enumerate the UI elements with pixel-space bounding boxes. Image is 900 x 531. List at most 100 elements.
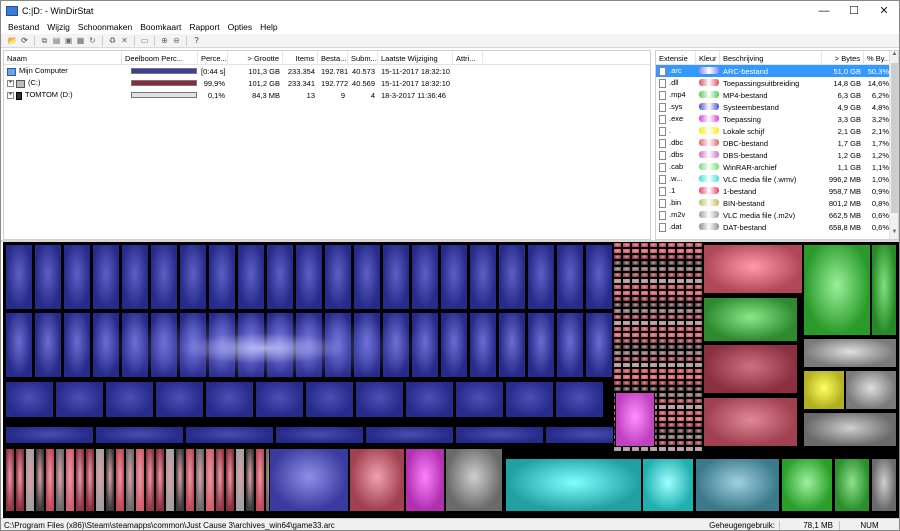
extension-row[interactable]: .w... VLC media file (.wmv) 996,2 MB 1,0% <box>656 173 898 185</box>
treemap-tile[interactable] <box>871 244 897 336</box>
extension-row[interactable]: .bin BIN-bestand 801,2 MB 0,8% <box>656 197 898 209</box>
treemap-tile[interactable] <box>179 312 207 378</box>
treemap-tile[interactable] <box>266 244 294 310</box>
treemap-tile[interactable] <box>55 381 104 418</box>
tree-column-header[interactable]: Perce... <box>198 51 228 64</box>
treemap-tile[interactable] <box>556 244 584 310</box>
tree-row[interactable]: Mijn Computer [0:44 s] 101,3 GB 233.354 192.… <box>4 65 650 77</box>
treemap-tile[interactable] <box>5 244 33 310</box>
treemap-tile[interactable] <box>125 448 135 512</box>
extension-column-header[interactable]: Beschrijving <box>720 51 822 64</box>
treemap-tile[interactable] <box>505 458 642 512</box>
menu-schoonmaken[interactable]: Schoonmaken <box>74 22 136 32</box>
treemap-tile[interactable] <box>353 312 381 378</box>
extension-row[interactable]: .sys Systeembestand 4,9 GB 4,8% <box>656 101 898 113</box>
treemap-tile[interactable] <box>505 381 554 418</box>
treemap-tile[interactable] <box>324 312 352 378</box>
treemap-tile[interactable] <box>92 312 120 378</box>
copy-icon[interactable]: ⧉ <box>39 35 50 46</box>
treemap-tile[interactable] <box>5 426 94 444</box>
treemap-tile[interactable] <box>555 381 604 418</box>
menu-rapport[interactable]: Rapport <box>185 22 223 32</box>
treemap-tile[interactable] <box>658 446 667 452</box>
treemap-tile[interactable] <box>215 448 225 512</box>
extension-column-header[interactable]: > Bytes <box>822 51 864 64</box>
treemap-tile[interactable] <box>498 312 526 378</box>
treemap-tile[interactable] <box>208 244 236 310</box>
extension-row[interactable]: .m2v VLC media file (.m2v) 662,5 MB 0,6% <box>656 209 898 221</box>
tree-column-header[interactable]: Items <box>283 51 318 64</box>
treemap-tile[interactable] <box>121 312 149 378</box>
treemap-tile[interactable] <box>95 426 184 444</box>
expand-icon[interactable]: + <box>7 80 14 87</box>
treemap-tile[interactable] <box>75 448 85 512</box>
treemap-tile[interactable] <box>266 312 294 378</box>
treemap-tile[interactable] <box>324 244 352 310</box>
treemap-tile[interactable] <box>205 448 215 512</box>
treemap-tile[interactable] <box>703 297 798 342</box>
treemap-tile[interactable] <box>5 312 33 378</box>
treemap-tile[interactable] <box>445 448 503 512</box>
menu-boomkaart[interactable]: Boomkaart <box>136 22 185 32</box>
tree-column-header[interactable]: Deelboom Perc... <box>122 51 198 64</box>
treemap-tile[interactable] <box>845 370 897 410</box>
treemap-tile[interactable] <box>440 312 468 378</box>
tree-column-header[interactable]: Attri... <box>453 51 483 64</box>
treemap-tile[interactable] <box>382 244 410 310</box>
treemap-tile[interactable] <box>803 244 871 336</box>
treemap-tile[interactable] <box>676 446 685 452</box>
tree-row[interactable]: + (C:) 99,9% 101,2 GB 233.341 192.772 40.569 15… <box>4 77 650 89</box>
treemap-tile[interactable] <box>405 448 445 512</box>
menu-help[interactable]: Help <box>256 22 281 32</box>
treemap-tile[interactable] <box>295 312 323 378</box>
zoom-out-icon[interactable]: ⊖ <box>171 35 182 46</box>
treemap-tile[interactable] <box>498 244 526 310</box>
scroll-down-icon[interactable]: ▼ <box>890 229 898 239</box>
minimize-button[interactable]: — <box>809 1 839 20</box>
treemap-tile[interactable] <box>63 244 91 310</box>
treemap-tile[interactable] <box>208 312 236 378</box>
scroll-up-icon[interactable]: ▲ <box>890 51 898 61</box>
tree-column-header[interactable]: > Grootte <box>228 51 283 64</box>
treemap-tile[interactable] <box>440 244 468 310</box>
extension-row[interactable]: .exe Toepassing 3,3 GB 3,2% <box>656 113 898 125</box>
extension-column-header[interactable]: Kleur <box>696 51 720 64</box>
tree-column-header[interactable]: Subm... <box>348 51 378 64</box>
menu-bestand[interactable]: Bestand <box>4 22 43 32</box>
treemap-tile[interactable] <box>185 448 195 512</box>
extension-column-header[interactable]: % By... <box>864 51 892 64</box>
treemap-tile[interactable] <box>105 448 115 512</box>
treemap-tile[interactable] <box>411 312 439 378</box>
refresh-icon[interactable]: ⟳ <box>19 35 30 46</box>
close-button[interactable]: ✕ <box>869 1 899 20</box>
treemap-tile[interactable] <box>85 448 95 512</box>
treemap-tile[interactable] <box>305 381 354 418</box>
treemap-tile[interactable] <box>585 312 613 378</box>
copy-path-icon[interactable]: ▤ <box>51 35 62 46</box>
treemap-tile[interactable] <box>235 448 245 512</box>
treemap-tile[interactable] <box>469 244 497 310</box>
treemap-tile[interactable] <box>365 426 454 444</box>
treemap-tile[interactable] <box>150 244 178 310</box>
treemap-tile[interactable] <box>34 312 62 378</box>
explorer-icon[interactable]: ▦ <box>75 35 86 46</box>
extension-row[interactable]: .arc ARC-bestand 51,0 GB 50,3% <box>656 65 898 77</box>
treemap-tile[interactable] <box>255 381 304 418</box>
treemap-tile[interactable] <box>155 381 204 418</box>
menu-wijzig[interactable]: Wijzig <box>43 22 74 32</box>
extension-row[interactable]: . Lokale schijf 2,1 GB 2,1% <box>656 125 898 137</box>
recycle-icon[interactable]: ♻ <box>107 35 118 46</box>
treemap-tile[interactable] <box>237 312 265 378</box>
treemap-tile[interactable] <box>694 446 703 452</box>
treemap-tile[interactable] <box>615 392 655 447</box>
treemap-tile[interactable] <box>455 381 504 418</box>
extension-row[interactable]: .dat DAT-bestand 658,8 MB 0,6% <box>656 221 898 233</box>
treemap-tile[interactable] <box>35 448 45 512</box>
treemap-tile[interactable] <box>121 244 149 310</box>
scroll-thumb[interactable] <box>891 63 898 213</box>
extension-scrollbar[interactable]: ▲ ▼ <box>889 51 898 239</box>
treemap-tile[interactable] <box>55 448 65 512</box>
treemap-tile[interactable] <box>92 244 120 310</box>
treemap-tile[interactable] <box>455 426 544 444</box>
treemap-tile[interactable] <box>349 448 405 512</box>
